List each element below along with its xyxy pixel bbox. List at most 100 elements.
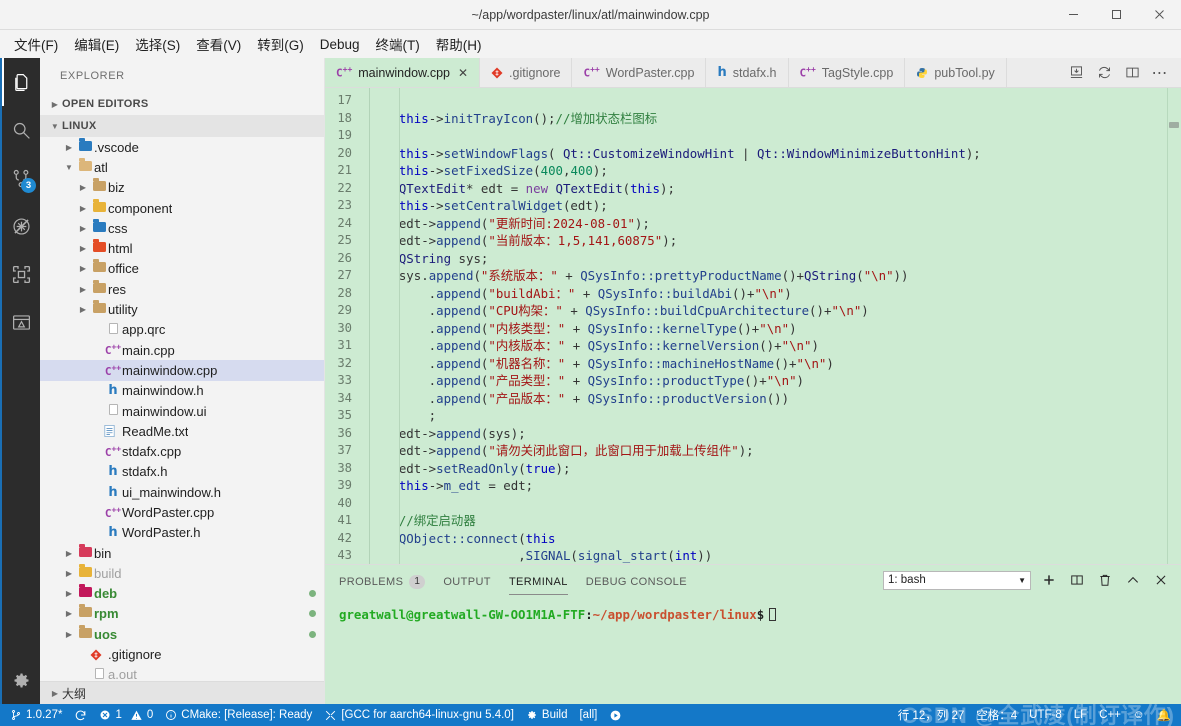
editor-tab[interactable]: C++ TagStyle.cpp (789, 58, 906, 87)
editor-tab[interactable]: C++ WordPaster.cpp (572, 58, 707, 87)
more-actions-icon[interactable]: ⋯ (1147, 58, 1173, 88)
close-panel-icon[interactable] (1151, 569, 1171, 591)
menu-edit[interactable]: 编辑(E) (66, 31, 127, 57)
split-terminal-icon[interactable] (1067, 569, 1087, 591)
chevron-right-icon[interactable]: ▶ (62, 569, 76, 578)
menu-terminal[interactable]: 终端(T) (368, 31, 428, 57)
chevron-down-icon[interactable]: ▼ (62, 163, 76, 172)
tree-folder[interactable]: ▶ biz (40, 178, 324, 198)
status-notifications[interactable]: 🔔 (1151, 704, 1177, 726)
chevron-right-icon[interactable]: ▶ (76, 204, 90, 213)
gear-icon[interactable] (2, 656, 40, 704)
chevron-right-icon[interactable]: ▶ (62, 630, 76, 639)
tree-folder[interactable]: ▶ component (40, 198, 324, 218)
run-debug-icon[interactable] (2, 202, 40, 250)
chevron-right-icon[interactable]: ▶ (76, 244, 90, 253)
tree-file[interactable]: h stdafx.h (40, 462, 324, 482)
editor-scrollbar-thumb[interactable] (1169, 122, 1179, 128)
panel-tab-terminal[interactable]: TERMINAL (508, 565, 568, 595)
tree-file[interactable]: h mainwindow.h (40, 381, 324, 401)
status-launch[interactable] (603, 704, 628, 726)
menu-help[interactable]: 帮助(H) (428, 31, 490, 57)
tree-folder[interactable]: ▶ uos (40, 624, 324, 644)
menu-goto[interactable]: 转到(G) (249, 31, 312, 57)
outline-section[interactable]: ▶ 大纲 (40, 681, 324, 704)
chevron-right-icon[interactable]: ▶ (62, 589, 76, 598)
tree-folder[interactable]: ▶ css (40, 218, 324, 238)
tree-folder[interactable]: ▶ bin (40, 543, 324, 563)
status-warnings[interactable]: 0 (128, 704, 159, 726)
status-cursor-position[interactable]: 行 12，列 27 (892, 704, 970, 726)
tree-folder[interactable]: ▶ html (40, 238, 324, 258)
source-control-icon[interactable]: 3 (2, 154, 40, 202)
status-language-mode[interactable]: C++ (1093, 704, 1127, 726)
status-kit[interactable]: [GCC for aarch64-linux-gnu 5.4.0] (318, 704, 520, 726)
explorer-icon[interactable] (2, 58, 40, 106)
status-indentation[interactable]: 空格：4 (970, 704, 1023, 726)
tree-file[interactable]: .gitignore (40, 644, 324, 664)
chevron-right-icon[interactable]: ▶ (76, 183, 90, 192)
editor-tab[interactable]: .gitignore (480, 58, 573, 87)
editor-tab[interactable]: h stdafx.h (706, 58, 789, 87)
kill-terminal-icon[interactable] (1095, 569, 1115, 591)
code-editor[interactable]: 17 18 this->initTrayIcon();//增加状态栏图标 19 20 … (325, 88, 1181, 564)
tree-file[interactable]: C++ main.cpp (40, 340, 324, 360)
tree-folder[interactable]: ▶ build (40, 563, 324, 583)
status-sync[interactable] (68, 704, 93, 726)
tree-folder[interactable]: ▶ utility (40, 299, 324, 319)
chevron-right-icon[interactable]: ▶ (62, 143, 76, 152)
tree-file[interactable]: h WordPaster.h (40, 523, 324, 543)
terminal-body[interactable]: greatwall@greatwall-GW-OO1M1A-FTF:~/app/… (325, 595, 1181, 704)
tree-file[interactable]: a.out (40, 665, 324, 681)
terminal-selector[interactable]: 1: bash ▼ (883, 570, 1031, 590)
status-eol[interactable]: LF (1068, 704, 1093, 726)
editor-tab[interactable]: C++ mainwindow.cpp ✕ (325, 58, 481, 87)
minimize-button[interactable] (1052, 0, 1095, 30)
open-editors-section[interactable]: ▶ OPEN EDITORS (40, 93, 324, 115)
status-build[interactable]: Build (520, 704, 574, 726)
remote-explorer-icon[interactable] (2, 298, 40, 346)
menu-file[interactable]: 文件(F) (6, 31, 66, 57)
chevron-right-icon[interactable]: ▶ (76, 285, 90, 294)
chevron-right-icon[interactable]: ▶ (62, 609, 76, 618)
refresh-sync-icon[interactable] (1091, 58, 1117, 88)
chevron-right-icon[interactable]: ▶ (76, 305, 90, 314)
panel-tab-debug-console[interactable]: DEBUG CONSOLE (586, 565, 687, 595)
maximize-button[interactable] (1095, 0, 1138, 30)
status-encoding[interactable]: UTF-8 (1023, 704, 1068, 726)
tree-file[interactable]: app.qrc (40, 320, 324, 340)
close-button[interactable] (1138, 0, 1181, 30)
workspace-section[interactable]: ▼ LINUX (40, 115, 324, 137)
tree-file[interactable]: h ui_mainwindow.h (40, 482, 324, 502)
close-tab-icon[interactable]: ✕ (458, 66, 468, 80)
tree-folder[interactable]: ▶ office (40, 259, 324, 279)
panel-tab-output[interactable]: OUTPUT (443, 565, 491, 595)
menu-view[interactable]: 查看(V) (188, 31, 249, 57)
tree-file[interactable]: C++ WordPaster.cpp (40, 502, 324, 522)
extensions-icon[interactable] (2, 250, 40, 298)
menu-selection[interactable]: 选择(S) (127, 31, 188, 57)
panel-tab-problems[interactable]: PROBLEMS 1 (339, 565, 426, 595)
tree-folder[interactable]: ▼ atl (40, 157, 324, 177)
status-target[interactable]: [all] (573, 704, 603, 726)
status-cmake[interactable]: CMake: [Release]: Ready (159, 704, 318, 726)
tree-folder[interactable]: ▶ res (40, 279, 324, 299)
tree-file[interactable]: C++ mainwindow.cpp (40, 360, 324, 381)
chevron-right-icon[interactable]: ▶ (76, 224, 90, 233)
editor-scrollbar[interactable] (1167, 88, 1181, 564)
chevron-right-icon[interactable]: ▶ (62, 549, 76, 558)
tree-folder[interactable]: ▶ .vscode (40, 137, 324, 157)
tree-file[interactable]: ReadMe.txt (40, 421, 324, 441)
tree-file[interactable]: C++ stdafx.cpp (40, 441, 324, 461)
tree-folder[interactable]: ▶ deb (40, 584, 324, 604)
code-content[interactable]: 17 18 this->initTrayIcon();//增加状态栏图标 19 20 … (325, 88, 1181, 564)
split-editor-icon[interactable] (1119, 58, 1145, 88)
status-branch[interactable]: 1.0.27* (4, 704, 68, 726)
new-terminal-icon[interactable] (1039, 569, 1059, 591)
search-icon[interactable] (2, 106, 40, 154)
tree-file[interactable]: mainwindow.ui (40, 401, 324, 421)
run-build-task-icon[interactable] (1063, 58, 1089, 88)
chevron-right-icon[interactable]: ▶ (76, 264, 90, 273)
tree-folder[interactable]: ▶ rpm (40, 604, 324, 624)
status-feedback[interactable]: ☺ (1127, 704, 1151, 726)
